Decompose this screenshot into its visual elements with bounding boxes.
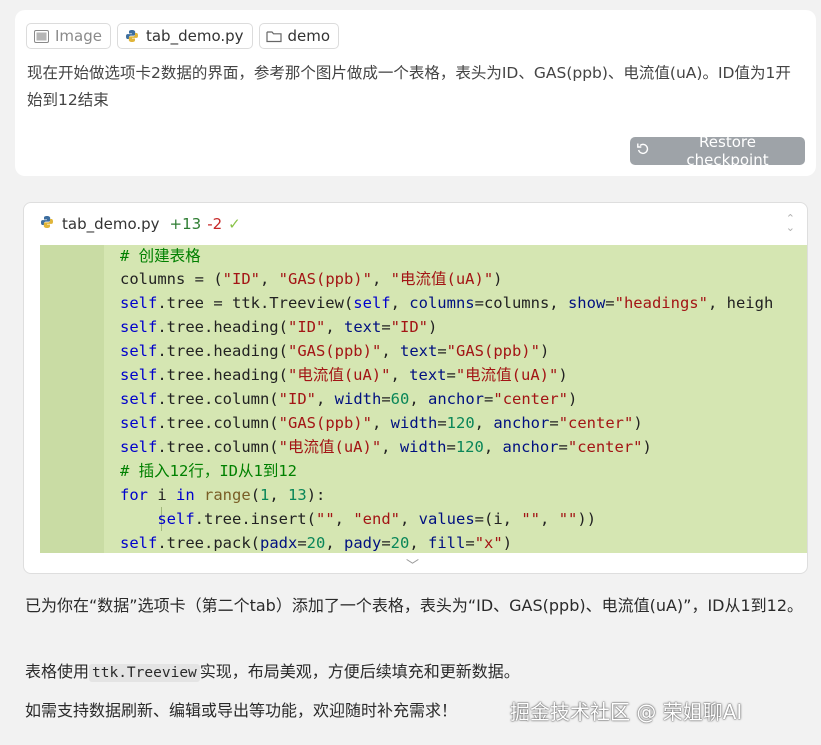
python-icon xyxy=(40,215,54,233)
code-line: self.tree.heading("电流值(uA)", text="电流值(u… xyxy=(120,366,568,384)
response-paragraph-1: 已为你在“数据”选项卡（第二个tab）添加了一个表格，表头为“ID、GAS(pp… xyxy=(25,596,804,615)
file-chip-tab-demo[interactable]: tab_demo.py xyxy=(116,23,253,49)
code-line: self.tree.insert("", "end", values=(i, "… xyxy=(157,510,597,528)
code-line: self.tree.heading("GAS(ppb)", text="GAS(… xyxy=(120,342,550,360)
code-line: # 创建表格 xyxy=(120,247,201,265)
diff-filename: tab_demo.py xyxy=(62,215,160,233)
response-paragraph-2: 表格使用 ttk.Treeview 实现，布局美观，方便后续填充和更新数据。 xyxy=(25,658,805,687)
response-text: 实现，布局美观，方便后续填充和更新数据。 xyxy=(199,662,520,681)
watermark: 掘金技术社区 @ 荣姐聊AI xyxy=(510,700,743,724)
restore-checkpoint-button[interactable]: Restore checkpoint xyxy=(630,133,805,169)
folder-chip-demo[interactable]: demo xyxy=(258,23,340,49)
prompt-text: 现在开始做选项卡2数据的界面，参考那个图片做成一个表格，表头为ID、GAS(pp… xyxy=(27,64,791,109)
expand-chevron-icon[interactable]: ﹀ xyxy=(406,555,419,573)
code-gutter xyxy=(40,245,104,553)
inline-code: ttk.Treeview xyxy=(89,664,200,682)
user-prompt-card: Image tab_demo.py demo 现在开始做选项卡2数据的界面，参考… xyxy=(15,10,816,176)
restore-checkpoint-label: Restore checkpoint xyxy=(686,133,769,169)
code-lines: # 创建表格 columns = ("ID", "GAS(ppb)", "电流值(… xyxy=(120,245,773,553)
code-diff-card: tab_demo.py +13 -2 ✓ ⌃ ⌄ # 创建表格 columns = … xyxy=(23,202,808,574)
code-line: self.tree.heading("ID", text="ID") xyxy=(120,318,438,336)
code-line: columns = ("ID", "GAS(ppb)", "电流值(uA)") xyxy=(120,270,503,288)
code-line: # 插入12行，ID从1到12 xyxy=(120,462,297,480)
image-chip[interactable]: Image xyxy=(26,23,111,49)
context-chips: Image tab_demo.py demo xyxy=(26,23,340,49)
lines-removed-count: -2 xyxy=(207,215,223,233)
restore-icon xyxy=(636,142,650,160)
python-icon xyxy=(124,28,140,44)
code-line: self.tree = ttk.Treeview(self, columns=c… xyxy=(120,294,774,312)
code-line: for i in range(1, 13): xyxy=(120,486,326,504)
image-chip-label: Image xyxy=(55,27,102,45)
folder-icon xyxy=(265,28,282,44)
image-icon xyxy=(33,28,49,44)
code-line: self.tree.pack(padx=20, pady=20, fill="x… xyxy=(120,534,513,552)
code-line: self.tree.column("ID", width=60, anchor=… xyxy=(120,390,578,408)
diff-header[interactable]: tab_demo.py +13 -2 ✓ ⌃ ⌄ xyxy=(24,203,807,245)
collapse-chevron-icon[interactable]: ⌃ ⌄ xyxy=(786,213,795,233)
folder-chip-label: demo xyxy=(287,27,331,45)
lines-added-count: +13 xyxy=(169,215,202,233)
code-line: self.tree.column("电流值(uA)", width=120, a… xyxy=(120,438,652,456)
response-text: 表格使用 xyxy=(25,662,90,681)
code-line: self.tree.column("GAS(ppb)", width=120, … xyxy=(120,414,643,432)
code-block: # 创建表格 columns = ("ID", "GAS(ppb)", "电流值(… xyxy=(40,245,807,553)
check-icon: ✓ xyxy=(228,215,241,233)
file-chip-label: tab_demo.py xyxy=(145,27,244,45)
